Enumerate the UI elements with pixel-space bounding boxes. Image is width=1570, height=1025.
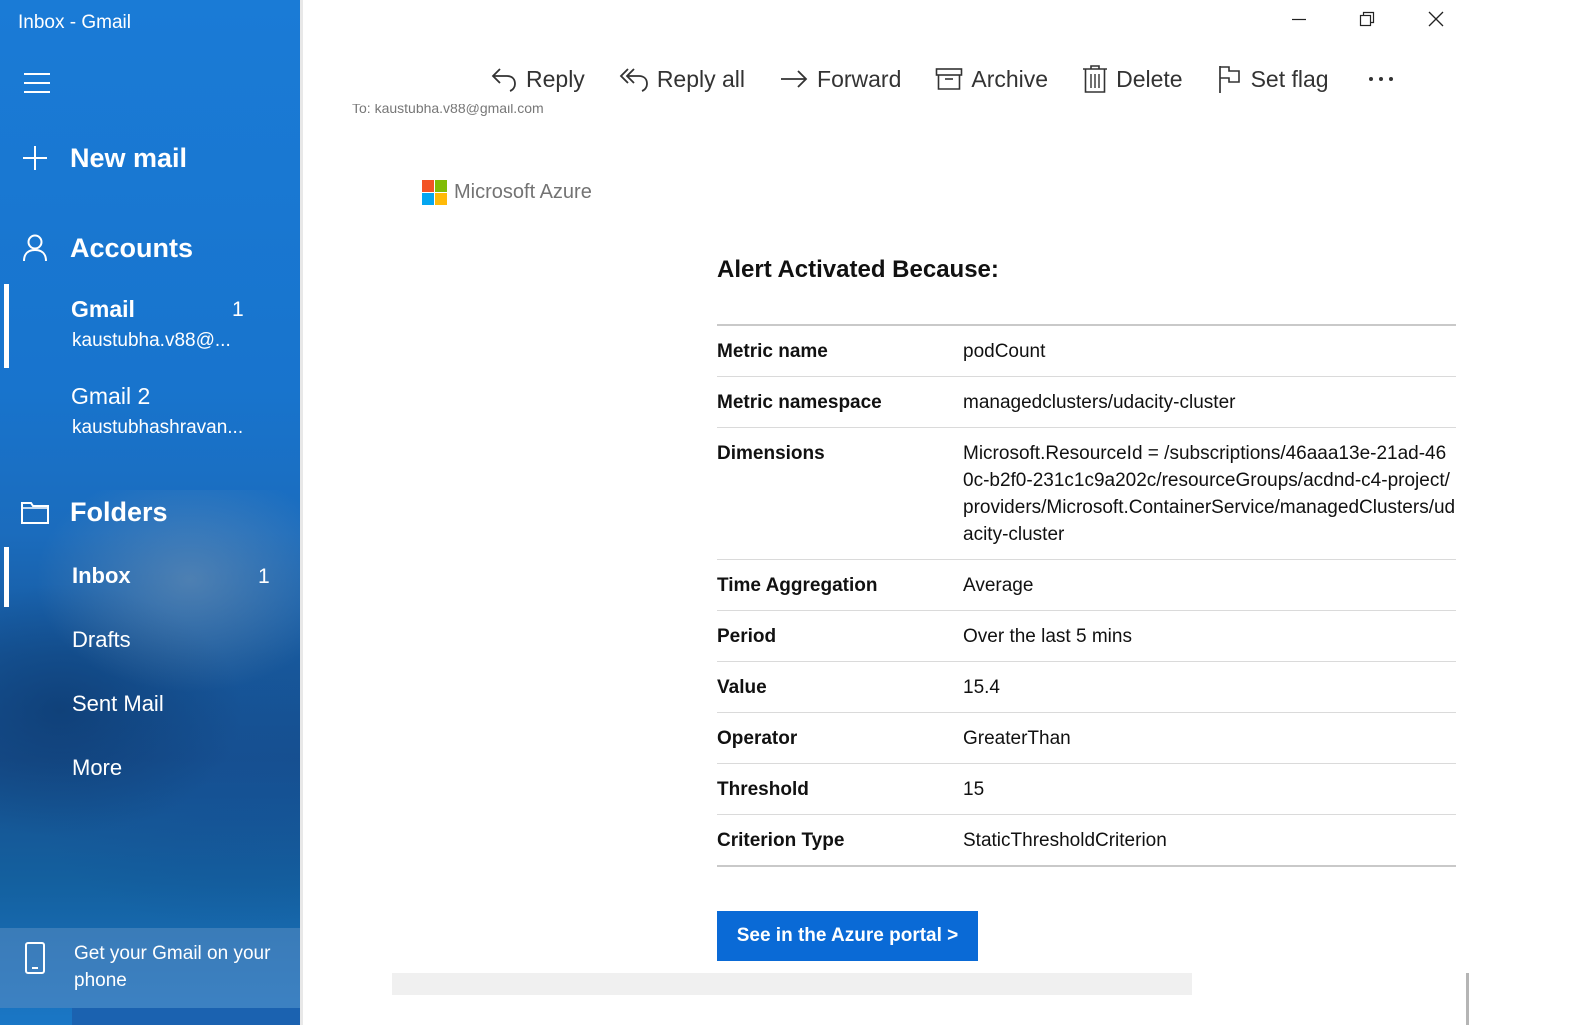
row-key: Dimensions: [717, 427, 963, 560]
forward-button[interactable]: Forward: [779, 65, 901, 93]
row-key: Metric name: [717, 325, 963, 377]
row-key: Metric namespace: [717, 376, 963, 428]
reply-all-label: Reply all: [656, 65, 746, 92]
more-options-icon[interactable]: [1368, 77, 1393, 81]
folder-item-drafts[interactable]: Drafts: [0, 611, 300, 671]
table-row: Time Aggregation Average: [717, 559, 1456, 611]
delete-button[interactable]: Delete: [1082, 64, 1183, 94]
alert-details-table: Metric name podCount Metric namespace ma…: [717, 324, 1456, 867]
reply-all-button[interactable]: Reply all: [619, 65, 745, 93]
restore-icon: [1359, 11, 1375, 27]
alert-title: Alert Activated Because:: [717, 256, 999, 283]
accounts-button[interactable]: Accounts: [0, 226, 300, 270]
table-row: Metric namespace managedclusters/udacity…: [717, 376, 1456, 428]
reply-all-icon: [619, 68, 648, 92]
folders-label: Folders: [70, 496, 168, 527]
account-name: Gmail 2: [71, 383, 151, 409]
new-mail-button[interactable]: New mail: [0, 136, 300, 180]
account-email: kaustubhashravan...: [72, 417, 244, 438]
folders-button[interactable]: Folders: [0, 490, 300, 534]
table-row: Metric name podCount: [717, 325, 1456, 377]
row-value: 15: [963, 763, 1456, 815]
folder-name: Inbox: [72, 563, 131, 588]
table-row: Criterion Type StaticThresholdCriterion: [717, 815, 1456, 867]
close-button[interactable]: [1413, 6, 1459, 32]
folder-item-sent-mail[interactable]: Sent Mail: [0, 675, 300, 735]
set-flag-label: Set flag: [1250, 65, 1329, 92]
folder-name: Sent Mail: [72, 691, 164, 716]
row-key: Threshold: [717, 763, 963, 815]
flag-icon: [1218, 66, 1240, 93]
reply-label: Reply: [526, 65, 585, 92]
to-recipient-line: To: kaustubha.v88@gmail.com: [352, 104, 544, 116]
archive-label: Archive: [971, 65, 1049, 92]
row-value: StaticThresholdCriterion: [963, 830, 1167, 851]
reply-icon: [491, 68, 516, 92]
table-row: Period Over the last 5 mins: [717, 610, 1456, 662]
trash-icon: [1083, 65, 1108, 93]
account-name: Gmail: [71, 296, 135, 322]
pane-divider[interactable]: [300, 0, 303, 1025]
row-key: Operator: [717, 712, 963, 764]
row-value: 15.4: [963, 661, 1456, 713]
horizontal-scrollbar[interactable]: [392, 973, 1192, 995]
row-value: podCount: [963, 325, 1456, 377]
account-item-gmail-2[interactable]: Gmail 2 kaustubhashravan...: [0, 371, 300, 455]
see-in-azure-portal-button[interactable]: See in the Azure portal >: [717, 911, 978, 961]
phone-icon: [24, 942, 46, 979]
vertical-scrollbar[interactable]: [1466, 973, 1469, 1025]
folder-name: More: [72, 755, 123, 780]
get-gmail-on-phone-link[interactable]: Get your Gmail on your phone: [0, 928, 300, 1008]
row-key: Value: [717, 661, 963, 713]
reply-button[interactable]: Reply: [490, 65, 585, 93]
row-value: managedclusters/udacity-cluster: [963, 376, 1456, 428]
microsoft-logo-icon: [422, 180, 447, 205]
close-icon: [1428, 11, 1444, 27]
folder-name: Drafts: [72, 627, 131, 652]
row-value: Over the last 5 mins: [963, 610, 1456, 662]
sidebar: Inbox - Gmail New mail Accounts Gmail 1 …: [0, 0, 300, 1025]
row-key: Time Aggregation: [717, 559, 963, 611]
new-mail-label: New mail: [70, 142, 188, 173]
account-email: kaustubha.v88@...: [72, 330, 231, 351]
archive-box-icon: [936, 68, 963, 90]
microsoft-azure-logo: Microsoft Azure: [422, 180, 592, 205]
row-value: Average: [963, 559, 1456, 611]
minimize-icon: [1292, 18, 1306, 21]
message-toolbar: Reply Reply all Forward Archive Delete S…: [490, 60, 1393, 98]
set-flag-button[interactable]: Set flag: [1217, 64, 1329, 94]
hamburger-menu-icon[interactable]: [22, 70, 52, 96]
row-value: GreaterThan: [963, 712, 1456, 764]
brand-name: Microsoft Azure: [454, 181, 592, 203]
minimize-button[interactable]: [1276, 6, 1322, 32]
folder-item-inbox[interactable]: Inbox 1: [0, 547, 300, 607]
forward-arrow-icon: [781, 70, 808, 88]
window-title: Inbox - Gmail: [18, 12, 131, 33]
folder-icon: [0, 500, 70, 524]
plus-icon: [0, 145, 70, 171]
row-value: Microsoft.ResourceId = /subscriptions/46…: [963, 427, 1456, 560]
account-unread-count: 1: [232, 298, 244, 321]
row-key: Period: [717, 610, 963, 662]
person-icon: [0, 234, 70, 262]
sidebar-bottom-strip: [72, 1008, 300, 1025]
archive-button[interactable]: Archive: [935, 66, 1048, 93]
row-key: Criterion Type: [717, 830, 845, 851]
table-row: Operator GreaterThan: [717, 712, 1456, 764]
phone-promo-text: Get your Gmail on your phone: [74, 943, 271, 991]
folder-unread-count: 1: [258, 565, 270, 588]
table-row: Threshold 15: [717, 763, 1456, 815]
forward-label: Forward: [817, 65, 902, 92]
account-item-gmail[interactable]: Gmail 1 kaustubha.v88@...: [0, 284, 300, 368]
reading-pane: Reply Reply all Forward Archive Delete S…: [300, 0, 1570, 1025]
delete-label: Delete: [1116, 65, 1183, 92]
table-row: Value 15.4: [717, 661, 1456, 713]
restore-button[interactable]: [1344, 6, 1390, 32]
table-row: Dimensions Microsoft.ResourceId = /subsc…: [717, 427, 1456, 560]
accounts-label: Accounts: [70, 232, 194, 263]
folder-item-more[interactable]: More: [0, 739, 300, 799]
